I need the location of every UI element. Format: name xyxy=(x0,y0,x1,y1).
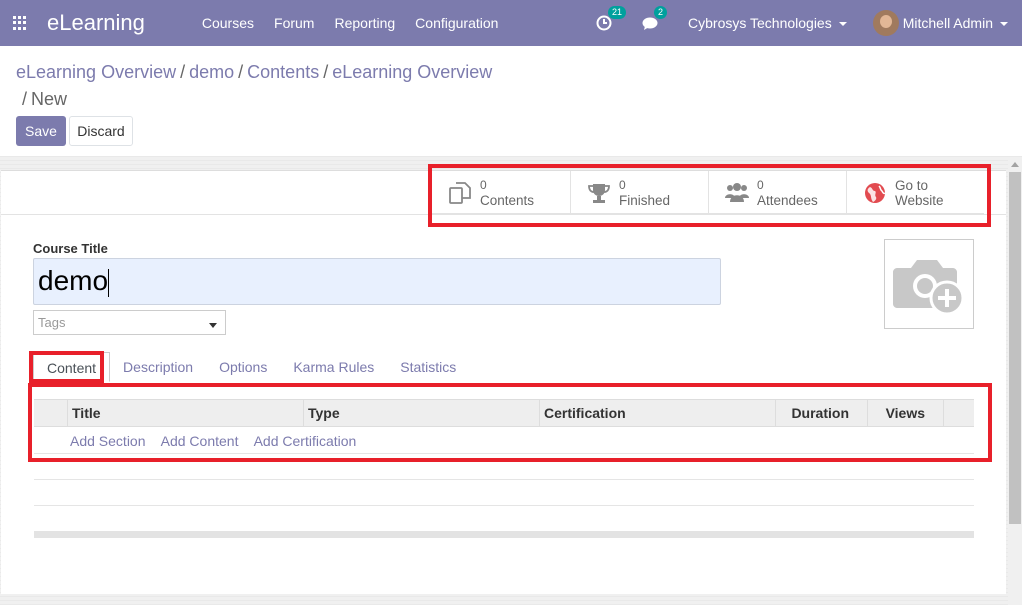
breadcrumb-item[interactable]: eLearning Overview xyxy=(16,62,176,82)
user-name: Mitchell Admin xyxy=(902,15,993,31)
table-row xyxy=(34,506,974,532)
chevron-down-icon xyxy=(1000,22,1008,27)
menu-configuration[interactable]: Configuration xyxy=(415,15,498,31)
breadcrumb-item[interactable]: demo xyxy=(189,62,234,82)
tags-field[interactable]: Tags xyxy=(33,310,226,335)
top-navbar: eLearning Courses Forum Reporting Config… xyxy=(0,0,1022,46)
caret-down-icon xyxy=(209,323,217,328)
course-title-label: Course Title xyxy=(33,241,108,256)
company-name: Cybrosys Technologies xyxy=(688,15,832,31)
highlight-box-smart-buttons xyxy=(428,164,991,227)
course-image-upload[interactable] xyxy=(884,239,974,329)
systray: 21 2 Cybrosys Technologies Mitchell Admi… xyxy=(596,0,1022,46)
menu-reporting[interactable]: Reporting xyxy=(334,15,395,31)
tab-karma-rules[interactable]: Karma Rules xyxy=(280,352,387,382)
highlight-box-table xyxy=(28,383,992,462)
tab-statistics[interactable]: Statistics xyxy=(387,352,469,382)
scrollbar-thumb[interactable] xyxy=(1009,172,1021,524)
activity-badge: 21 xyxy=(608,6,627,19)
user-menu[interactable]: Mitchell Admin xyxy=(903,15,1008,31)
scroll-up-arrow-icon[interactable] xyxy=(1011,162,1019,167)
breadcrumb: eLearning Overview / demo / Contents / eLearni… xyxy=(16,62,493,109)
breadcrumb-current: New xyxy=(31,89,68,109)
messages-badge: 2 xyxy=(654,6,668,19)
menu-forum[interactable]: Forum xyxy=(274,15,314,31)
camera-plus-icon xyxy=(893,260,965,316)
tags-placeholder: Tags xyxy=(38,315,66,330)
messages-button[interactable]: 2 xyxy=(642,6,668,33)
apps-menu-icon[interactable] xyxy=(13,16,27,30)
table-row xyxy=(34,480,974,506)
activity-button[interactable]: 21 xyxy=(596,6,627,33)
course-title-input[interactable]: demo xyxy=(33,258,721,305)
main-menu: Courses Forum Reporting Configuration xyxy=(202,15,519,31)
highlight-box-content-tab xyxy=(29,351,104,383)
tab-options[interactable]: Options xyxy=(206,352,280,382)
table-footer xyxy=(34,531,974,538)
breadcrumb-item[interactable]: eLearning Overview xyxy=(332,62,492,82)
tab-description[interactable]: Description xyxy=(110,352,206,382)
menu-courses[interactable]: Courses xyxy=(202,15,254,31)
app-brand[interactable]: eLearning xyxy=(47,10,145,36)
avatar[interactable] xyxy=(872,10,899,36)
chevron-down-icon xyxy=(838,22,847,27)
save-button[interactable]: Save xyxy=(16,116,66,146)
course-title-value: demo xyxy=(38,265,109,296)
discard-button[interactable]: Discard xyxy=(69,116,133,146)
company-switcher[interactable]: Cybrosys Technologies xyxy=(688,15,847,31)
breadcrumb-item[interactable]: Contents xyxy=(247,62,319,82)
